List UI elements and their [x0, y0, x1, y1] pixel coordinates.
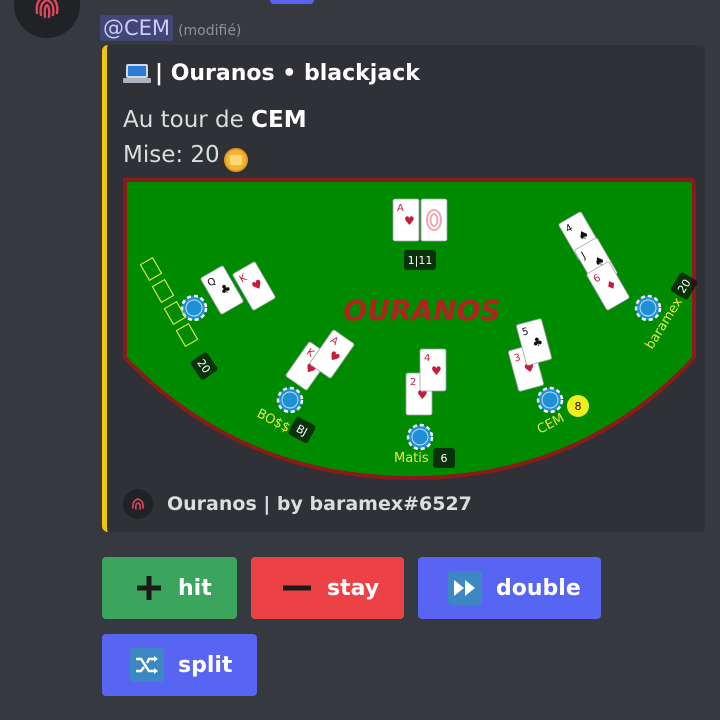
plus-icon — [137, 576, 161, 600]
fingerprint-icon — [123, 489, 153, 519]
svg-text:♥: ♥ — [431, 364, 442, 378]
turn-player: CEM — [251, 107, 307, 133]
minus-icon — [283, 585, 311, 591]
fast-forward-icon — [448, 571, 482, 605]
embed-footer: Ouranos | by baramex#6527 — [123, 489, 472, 519]
user-mention[interactable]: @CEM — [100, 15, 174, 41]
edited-label: (modifié) — [178, 22, 242, 39]
svg-text:♥: ♥ — [404, 214, 415, 228]
embed-author: | Ouranos • blackjack — [123, 61, 420, 86]
bot-avatar[interactable] — [14, 0, 80, 38]
svg-text:A: A — [397, 203, 404, 214]
double-label: double — [496, 575, 581, 601]
embed-author-text: | Ouranos • blackjack — [155, 61, 420, 86]
hit-label: hit — [178, 575, 212, 601]
turn-prefix: Au tour de — [123, 107, 252, 133]
table-brand: OURANOS — [343, 294, 500, 327]
stay-label: stay — [327, 575, 380, 601]
split-label: split — [178, 652, 233, 678]
fingerprint-icon — [35, 0, 59, 19]
laptop-icon — [123, 63, 151, 84]
stay-button[interactable]: stay — [251, 557, 404, 619]
embed-footer-text: Ouranos | by baramex#6527 — [167, 493, 472, 515]
coin-icon — [223, 148, 248, 172]
svg-text:2: 2 — [410, 377, 416, 388]
svg-text:4: 4 — [424, 353, 430, 364]
dealer-score: 1|11 — [408, 254, 433, 267]
seat-4-score: 8 — [575, 400, 582, 413]
embed-description: Au tour de CEM Mise: 20 — [123, 103, 307, 173]
seat-3-score: 6 — [441, 452, 448, 465]
turn-line: Au tour de CEM — [123, 103, 307, 138]
shuffle-icon — [130, 648, 164, 682]
message-header: @CEM (modifié) — [100, 12, 241, 44]
split-button[interactable]: split — [102, 634, 257, 696]
blackjack-embed: | Ouranos • blackjack Au tour de CEM Mis… — [102, 45, 705, 532]
hit-button[interactable]: hit — [102, 557, 237, 619]
seat-3-name: Matis — [394, 451, 429, 466]
bet-line: Mise: 20 — [123, 138, 307, 173]
top-cutoff-button[interactable] — [270, 0, 314, 4]
double-button[interactable]: double — [418, 557, 601, 619]
blackjack-table-image[interactable]: OURANOS A♥ 1|11 Q ♣ K ♥ 20 K♥ A♥ BO$$ BJ… — [122, 178, 697, 483]
bet-label: Mise: 20 — [123, 142, 220, 168]
